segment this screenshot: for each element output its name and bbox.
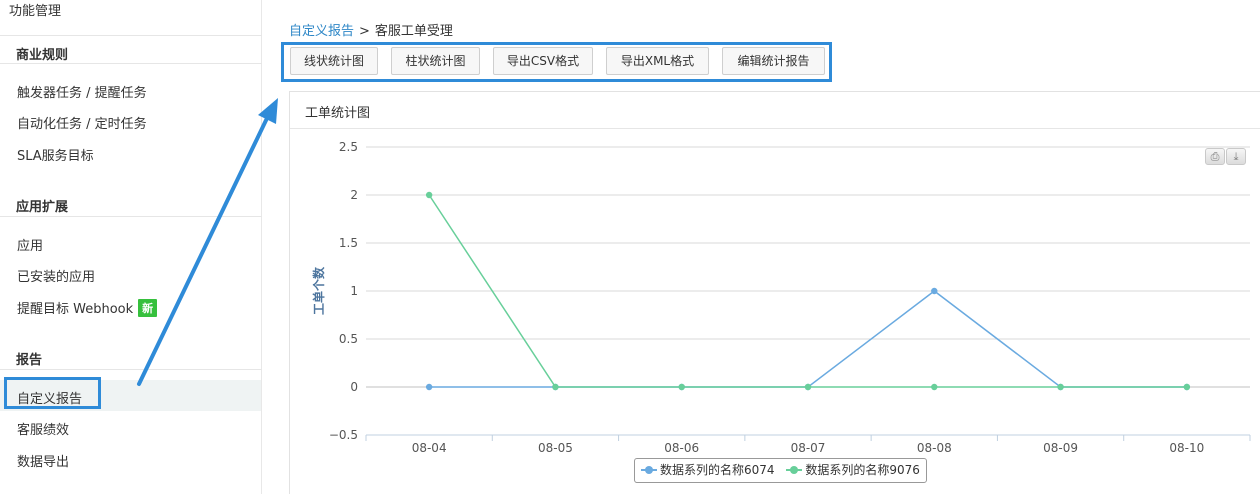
print-icon[interactable]: ⎙ [1205,148,1225,165]
download-icon[interactable]: ⤓ [1226,148,1246,165]
x-tick-label: 08-06 [664,441,699,455]
chart-export-icons: ⎙ ⤓ [1204,148,1246,169]
x-tick-label: 08-04 [412,441,447,455]
data-point [425,191,433,199]
legend-item-series-2[interactable]: 数据系列的名称9076 [786,459,920,482]
chart-legend: 数据系列的名称6074 数据系列的名称9076 [634,458,927,483]
y-tick-label: 0 [350,380,358,394]
chart-panel: 工单统计图 2.5 2 1.5 1 0.5 0 −0.5 08-04 08-05 08-06 08-… [289,91,1260,494]
data-point [1183,383,1191,391]
legend-label: 数据系列的名称9076 [805,463,920,477]
data-point [425,383,433,391]
data-point [931,383,938,391]
x-tick-label: 08-05 [538,441,573,455]
data-point [931,287,938,295]
x-tick-label: 08-07 [791,441,826,455]
y-axis-title: 工单个数 [311,266,326,315]
data-point [678,383,685,391]
y-tick-label: 1 [350,284,358,298]
line-chart: 2.5 2 1.5 1 0.5 0 −0.5 08-04 08-05 08-06 08-07 08-0… [311,140,1251,455]
data-point [1057,383,1064,391]
x-tick-label: 08-08 [917,441,952,455]
x-tick-label: 08-10 [1169,441,1204,455]
data-point [552,383,559,391]
data-point [804,383,812,391]
legend-line-icon [641,465,657,475]
y-tick-label: 0.5 [339,332,358,346]
legend-line-icon [786,465,803,475]
legend-label: 数据系列的名称6074 [660,463,775,477]
x-tick-label: 08-09 [1043,441,1078,455]
y-tick-label: 1.5 [339,236,358,250]
legend-item-series-1[interactable]: 数据系列的名称6074 [641,459,775,482]
y-tick-label: 2.5 [339,140,358,154]
y-tick-label: 2 [350,188,358,202]
y-tick-label: −0.5 [329,428,358,442]
